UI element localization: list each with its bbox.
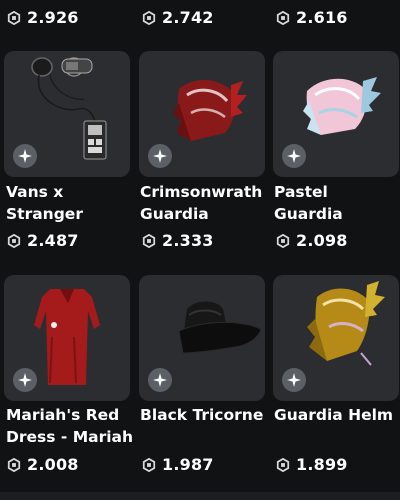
item-card[interactable] — [273, 51, 399, 177]
robux-icon — [7, 233, 21, 248]
robux-icon — [142, 457, 156, 472]
star-badge-icon — [148, 144, 172, 168]
item-card[interactable] — [4, 275, 130, 401]
robux-icon — [7, 10, 21, 25]
item-card[interactable] — [4, 51, 130, 177]
robux-icon — [276, 457, 290, 472]
item-card[interactable] — [139, 51, 265, 177]
item-name[interactable]: Black Tricorne — [140, 404, 272, 426]
robux-icon — [142, 233, 156, 248]
robux-icon — [276, 10, 290, 25]
star-badge-icon — [282, 144, 306, 168]
item-price: 2.008 — [7, 455, 79, 474]
item-name[interactable]: Mariah's Red Dress - Mariah — [6, 404, 138, 448]
item-name[interactable]: Pastel Guardia — [274, 181, 400, 225]
item-price: 2.098 — [276, 231, 348, 250]
catalog-grid: 2.926 2.742 2.616 Vans x Stranger 2.487 … — [0, 0, 400, 500]
star-badge-icon — [13, 368, 37, 392]
item-card[interactable] — [139, 275, 265, 401]
robux-icon — [276, 233, 290, 248]
item-price: 2.487 — [7, 231, 79, 250]
star-badge-icon — [13, 144, 37, 168]
item-price: 2.742 — [142, 8, 214, 27]
item-name[interactable]: Guardia Helm — [274, 404, 400, 426]
item-card[interactable] — [273, 275, 399, 401]
next-row-edge — [0, 492, 400, 500]
item-price: 2.333 — [142, 231, 214, 250]
item-price: 2.616 — [276, 8, 348, 27]
item-price: 1.987 — [142, 455, 214, 474]
item-name[interactable]: Crimsonwrath Guardia — [140, 181, 272, 225]
item-name[interactable]: Vans x Stranger — [6, 181, 138, 225]
item-price: 2.926 — [7, 8, 79, 27]
star-badge-icon — [282, 368, 306, 392]
item-price: 1.899 — [276, 455, 348, 474]
robux-icon — [142, 10, 156, 25]
star-badge-icon — [148, 368, 172, 392]
robux-icon — [7, 457, 21, 472]
